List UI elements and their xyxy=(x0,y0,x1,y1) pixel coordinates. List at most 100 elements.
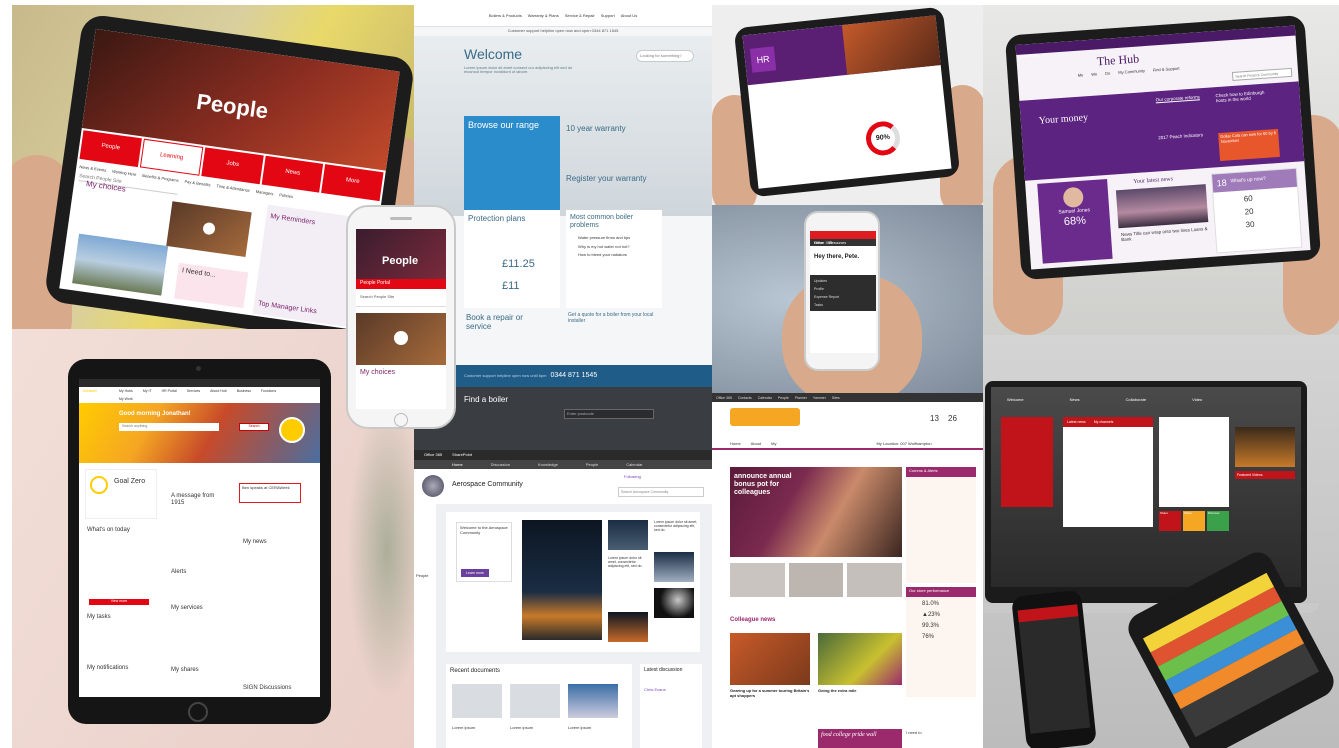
nav-boilers[interactable]: Boilers & Products xyxy=(489,13,522,18)
hero-link-2[interactable]: Check how to Edinburgh hosts in the worl… xyxy=(1215,89,1276,104)
pride-banner[interactable]: food college pride wall xyxy=(818,729,902,748)
repair-heading[interactable]: Book a repair or service xyxy=(466,313,536,331)
news-image-1[interactable] xyxy=(730,633,810,685)
search-input[interactable]: Search Finance Community xyxy=(1231,67,1293,81)
thumb-2[interactable] xyxy=(788,563,844,597)
tab-discussion[interactable]: Discussion xyxy=(491,462,510,467)
quote-heading[interactable]: Get a quote for a boiler from your local… xyxy=(568,312,658,325)
tile-share-2[interactable]: Share xyxy=(1183,511,1205,531)
hero-link-1[interactable]: Our corporate reforms xyxy=(1155,94,1205,103)
doc-title-3[interactable]: Lorem ipsum xyxy=(568,725,591,731)
rocket-image[interactable] xyxy=(522,520,602,640)
menu-functions[interactable]: Functions xyxy=(261,389,276,394)
menu-business[interactable]: Business xyxy=(237,389,251,394)
menu-expense[interactable]: Expense Report xyxy=(810,293,876,301)
topnav-calendar[interactable]: Calendar xyxy=(758,396,772,400)
tab-news[interactable]: News & Events xyxy=(79,164,107,173)
top-manager-links[interactable]: Top Manager Links xyxy=(257,300,318,316)
image-3[interactable] xyxy=(654,552,694,582)
home-button[interactable] xyxy=(394,413,408,427)
video-thumb[interactable] xyxy=(166,201,252,257)
problem-3[interactable]: How to bleed your radiators xyxy=(566,251,662,260)
tab-working[interactable]: Working Here xyxy=(112,169,137,177)
doc-title-1[interactable]: Lorem ipsum xyxy=(452,725,475,731)
tab-knowledge[interactable]: Knowledge xyxy=(538,462,558,467)
tab-channels[interactable]: My channels xyxy=(1094,420,1114,424)
tile-discover[interactable]: Discover xyxy=(1207,511,1229,531)
play-icon[interactable] xyxy=(202,221,216,236)
menu-about[interactable]: About Hub xyxy=(210,389,227,394)
image-2[interactable] xyxy=(608,520,648,550)
doc-thumb-2[interactable] xyxy=(510,684,560,718)
news-title[interactable]: News Title can wrap onto two lines Loans… xyxy=(1121,226,1210,242)
nav-about[interactable]: About xyxy=(751,441,761,446)
doc-title-2[interactable]: Lorem ipsum xyxy=(510,725,533,731)
menu-hr[interactable]: HR Portal xyxy=(162,389,177,394)
hero-link-3[interactable]: 2017 Peach Indicators xyxy=(1158,132,1208,141)
tab-policies[interactable]: Policies xyxy=(279,192,293,199)
following-toggle[interactable]: Following xyxy=(624,474,641,480)
community-search[interactable]: Search Aerospace Community xyxy=(618,487,704,497)
play-icon[interactable] xyxy=(394,330,408,345)
menu-work[interactable]: My Work xyxy=(119,397,133,402)
view-more-button[interactable]: View more xyxy=(89,599,149,605)
goal-zero-card[interactable]: Goal Zero xyxy=(85,469,157,519)
disc-author[interactable]: Chris Evans xyxy=(640,678,702,693)
ceo-card[interactable]: Ben speaks at CERAWeek xyxy=(239,483,301,503)
tab-home[interactable]: Home xyxy=(814,241,823,245)
search-button[interactable]: Search xyxy=(239,423,269,431)
search-input[interactable]: Search anything xyxy=(119,423,219,431)
menu-tasks[interactable]: Tasks xyxy=(810,301,876,309)
topnav-planner[interactable]: Planner xyxy=(795,396,807,400)
topnav-yammer[interactable]: Yammer xyxy=(813,396,826,400)
find-input[interactable]: Enter postcode xyxy=(564,409,654,419)
browse-panel[interactable]: Browse our range xyxy=(464,115,560,212)
portal-bar[interactable]: People Portal xyxy=(356,279,446,289)
news-title-1[interactable]: Gearing up for a summer touring Britain'… xyxy=(730,688,810,698)
news-title-2[interactable]: Going the extra mile xyxy=(818,688,902,694)
topnav-sites[interactable]: Sites xyxy=(832,396,840,400)
tab-resources[interactable]: Resources xyxy=(829,241,846,245)
tab-time[interactable]: Time & Attendance xyxy=(216,183,250,193)
featured-videos[interactable]: Featured Videos xyxy=(1235,471,1295,479)
nav-service[interactable]: Service & Repair xyxy=(565,13,595,18)
news-image-2[interactable] xyxy=(818,633,902,685)
tile-share-1[interactable]: Share xyxy=(1159,511,1181,531)
nav-warranty[interactable]: Warranty & Plans xyxy=(528,13,559,18)
problem-2[interactable]: Why is my hot water not hot? xyxy=(566,243,662,252)
hero[interactable]: announce annual bonus pot for colleagues xyxy=(730,467,902,557)
topnav-contacts[interactable]: Contacts xyxy=(738,396,752,400)
doc-thumb-3[interactable] xyxy=(568,684,618,718)
image-4[interactable] xyxy=(654,588,694,618)
tab-calendar[interactable]: Calendar xyxy=(626,462,642,467)
location[interactable]: My Location: 007 Wolfhampton xyxy=(876,441,931,446)
menu-services[interactable]: Services xyxy=(187,389,200,394)
image-5[interactable] xyxy=(608,612,648,642)
nav-we[interactable]: We xyxy=(1091,71,1097,76)
menu-hubs[interactable]: My Hubs xyxy=(119,389,133,394)
nav-find[interactable]: Find & Support xyxy=(1153,65,1180,72)
menu-profile[interactable]: Profile xyxy=(810,285,876,293)
learn-more-button[interactable]: Learn more xyxy=(461,569,489,577)
thumb-1[interactable] xyxy=(730,563,785,597)
home-button[interactable] xyxy=(188,702,208,722)
phone-search[interactable]: Search People Site xyxy=(356,289,446,307)
protection-panel[interactable]: Protection plans £11.25 £11 xyxy=(464,210,560,308)
thumb-3[interactable] xyxy=(847,563,903,597)
nav-me[interactable]: Me xyxy=(1078,72,1084,77)
nav-support[interactable]: Support xyxy=(601,13,615,18)
message-card[interactable]: A message from 1915 xyxy=(171,493,229,507)
doc-thumb-1[interactable] xyxy=(452,684,502,718)
tab-people[interactable]: People xyxy=(586,462,598,467)
video-thumb[interactable] xyxy=(1235,427,1295,467)
phone-image[interactable] xyxy=(356,312,446,365)
tab-pay[interactable]: Pay & Benefits xyxy=(184,179,211,188)
menu-updates[interactable]: Updates xyxy=(810,277,876,285)
hero-link-4[interactable]: Dollar Cola can now for 60 by 5 November xyxy=(1218,128,1280,162)
nav-home[interactable]: Home xyxy=(730,441,741,446)
tab-latest[interactable]: Latest news xyxy=(1067,420,1086,424)
problem-1[interactable]: Water pressure firms and tips xyxy=(566,234,662,243)
menu-it[interactable]: My IT xyxy=(143,389,152,394)
tab-managers[interactable]: Managers xyxy=(255,189,273,196)
nav-my[interactable]: My xyxy=(771,441,776,446)
